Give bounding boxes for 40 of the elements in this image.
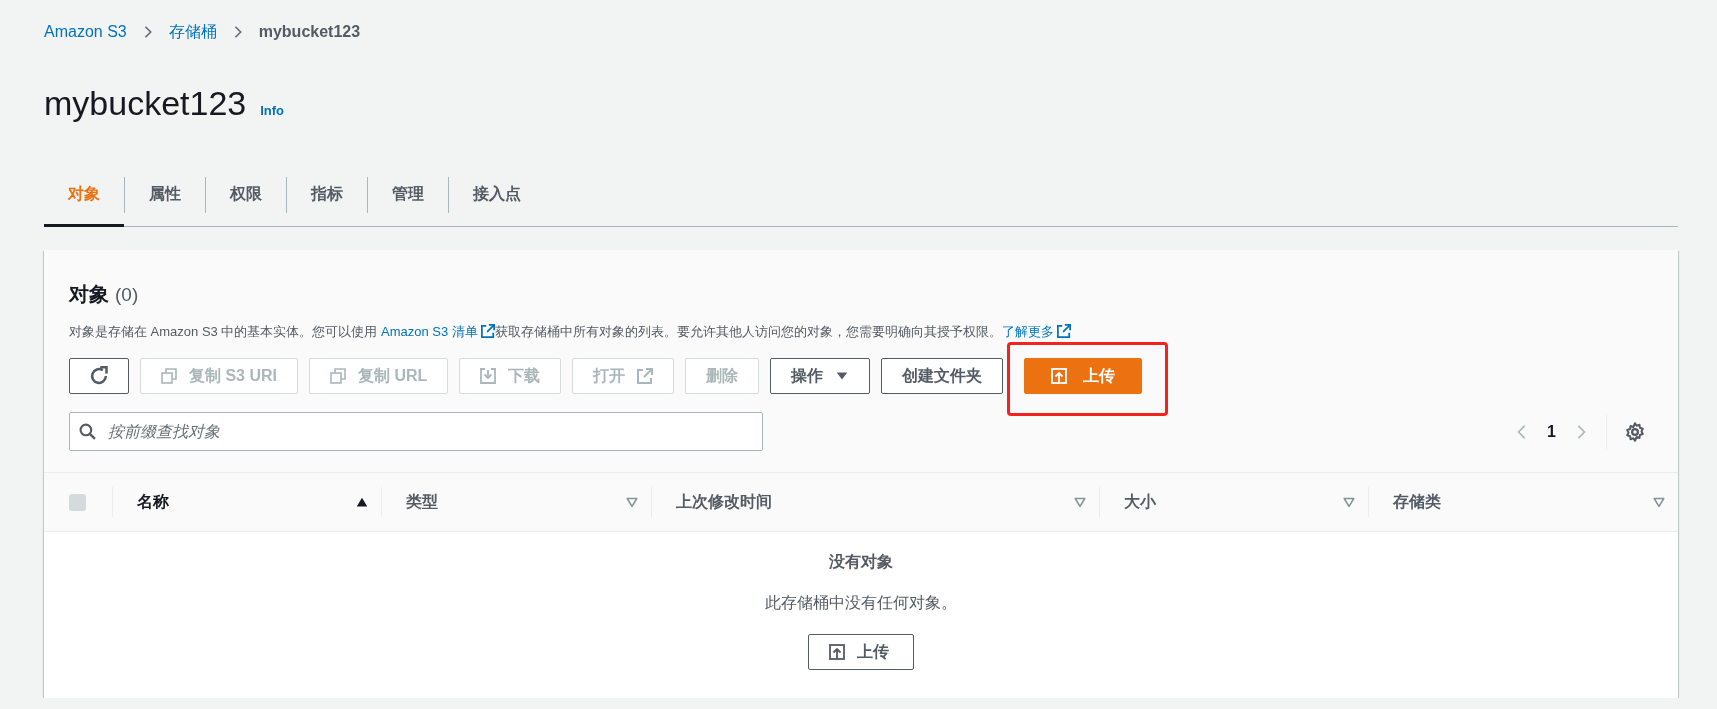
tab[interactable]: 管理: [368, 164, 448, 227]
page-number[interactable]: 1: [1547, 422, 1556, 441]
upload-icon: [1051, 368, 1068, 384]
column-header[interactable]: 存储类: [1393, 491, 1441, 513]
column-header[interactable]: 大小: [1124, 491, 1156, 513]
breadcrumb-link[interactable]: Amazon S3: [44, 23, 127, 41]
external-link-icon: [480, 324, 495, 338]
tab[interactable]: 指标: [287, 164, 367, 227]
breadcrumb-link[interactable]: 存储桶: [168, 21, 217, 43]
download-icon: [480, 368, 497, 384]
settings-icon[interactable]: [1625, 421, 1645, 442]
tab[interactable]: 属性: [125, 164, 205, 227]
action-button[interactable]: 创建文件夹: [881, 358, 1004, 394]
column-header[interactable]: 名称: [137, 491, 169, 513]
object-count: (0): [115, 284, 139, 306]
search-icon: [79, 423, 96, 440]
copy-icon: [161, 368, 177, 384]
actions-dropdown[interactable]: 操作: [770, 358, 871, 394]
select-all-checkbox[interactable]: [69, 493, 86, 511]
refresh-button[interactable]: [69, 358, 129, 394]
column-header[interactable]: 类型: [406, 491, 438, 513]
info-link[interactable]: Info: [260, 103, 285, 118]
upload-button[interactable]: 上传: [808, 634, 914, 670]
external-link-icon: [1056, 324, 1071, 338]
external-link[interactable]: 了解更多: [1001, 324, 1071, 339]
tab[interactable]: 权限: [206, 164, 286, 227]
panel-description: 对象是存储在 Amazon S3 中的基本实体。您可以使用 Amazon S3 清单 获取存储桶中所有对象的列表。要允许其他人访问您的对象，您需要明确向其授予权限。了解更多: [69, 323, 1653, 341]
external-link[interactable]: Amazon S3 清单: [381, 324, 495, 339]
panel-title: 对象: [69, 282, 109, 307]
tab[interactable]: 接入点: [449, 164, 545, 227]
search-field[interactable]: 按前缀查找对象: [69, 412, 763, 451]
empty-state-message: 此存储桶中没有任何对象。: [764, 593, 958, 613]
copy-icon: [330, 368, 346, 384]
empty-state-title: 没有对象: [828, 552, 894, 572]
external-link-icon: [637, 368, 654, 384]
breadcrumb-current: mybucket123: [258, 23, 361, 41]
page-title: mybucket123: [44, 84, 247, 123]
refresh-icon: [89, 366, 109, 386]
upload-icon: [829, 644, 845, 660]
column-header[interactable]: 上次修改时间: [676, 491, 772, 513]
